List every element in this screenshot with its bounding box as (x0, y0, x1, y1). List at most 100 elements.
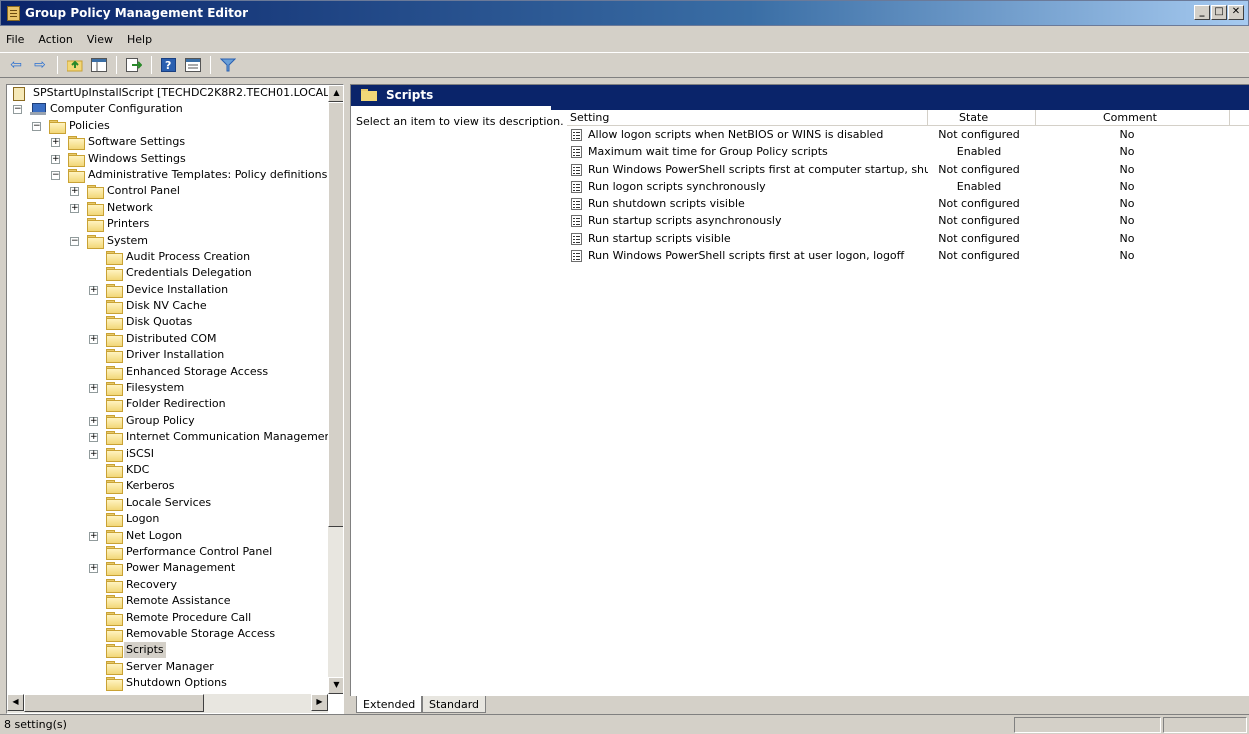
tree-item[interactable]: + Control Panel (7, 183, 328, 200)
expand-icon[interactable]: + (51, 138, 60, 148)
maximize-button[interactable]: □ (1211, 5, 1227, 20)
collapse-icon[interactable]: − (13, 105, 22, 115)
export-list-icon[interactable] (124, 55, 144, 75)
tree-item[interactable]: Credentials Delegation (7, 265, 328, 282)
expand-icon[interactable]: + (89, 433, 98, 443)
expand-icon[interactable]: + (89, 384, 98, 394)
help-icon[interactable]: ? (159, 55, 179, 75)
menu-view[interactable]: View (87, 33, 113, 46)
expand-icon[interactable]: + (89, 449, 98, 459)
tree-item[interactable]: + Software Settings (7, 134, 328, 151)
setting-row[interactable]: Maximum wait time for Group Policy scrip… (567, 143, 1249, 160)
tab-standard[interactable]: Standard (422, 696, 487, 713)
policy-setting-icon (571, 215, 582, 228)
column-header-state[interactable]: State (959, 111, 988, 124)
setting-row[interactable]: Run logon scripts synchronously Enabled No (567, 178, 1249, 195)
tree-item[interactable]: Recovery (7, 577, 328, 593)
column-header-comment[interactable]: Comment (1103, 111, 1157, 124)
menu-action[interactable]: Action (38, 33, 72, 46)
close-button[interactable]: ✕ (1228, 5, 1244, 20)
setting-row[interactable]: Run Windows PowerShell scripts first at … (567, 247, 1249, 264)
tree-item[interactable]: − Policies (7, 118, 328, 134)
horizontal-scroll-thumb[interactable] (24, 694, 204, 712)
tree-item[interactable]: Audit Process Creation (7, 249, 328, 265)
expand-icon[interactable]: + (70, 187, 79, 197)
properties-icon[interactable] (183, 55, 203, 75)
scroll-up-arrow-icon[interactable]: ▲ (328, 85, 343, 102)
setting-state: Enabled (956, 179, 1002, 193)
setting-row[interactable]: Run shutdown scripts visible Not configur… (567, 195, 1249, 212)
menu-file[interactable]: File (6, 33, 24, 46)
column-header-setting[interactable]: Setting (570, 111, 609, 124)
tree-item[interactable]: + Distributed COM (7, 331, 328, 347)
tab-extended[interactable]: Extended (356, 696, 423, 713)
tree-item[interactable]: KDC (7, 462, 328, 478)
tree-item[interactable]: Printers (7, 216, 328, 233)
tree-item[interactable]: Server Manager (7, 659, 328, 675)
tree-item[interactable]: + Windows Settings (7, 151, 328, 167)
expand-icon[interactable]: + (89, 285, 98, 295)
setting-row[interactable]: Run startup scripts asynchronously Not co… (567, 212, 1249, 229)
tree-item[interactable]: + Device Installation (7, 282, 328, 298)
tree-item[interactable]: − System (7, 233, 328, 249)
expand-icon[interactable]: + (70, 203, 79, 213)
setting-row[interactable]: Run startup scripts visible Not configure… (567, 230, 1249, 247)
tree-item[interactable]: Folder Redirection (7, 396, 328, 413)
tree-item[interactable]: + Group Policy (7, 413, 328, 429)
tree-item[interactable]: Kerberos (7, 478, 328, 495)
tree-item[interactable]: + Power Management (7, 560, 328, 577)
scroll-left-arrow-icon[interactable]: ◀ (7, 694, 24, 711)
tree-item[interactable]: Removable Storage Access (7, 626, 328, 642)
expand-icon[interactable]: + (89, 564, 98, 574)
folder-icon (68, 152, 85, 167)
setting-name: Run startup scripts asynchronously (588, 214, 782, 228)
tree-vertical-scrollbar[interactable]: ▲ ▼ (328, 85, 343, 694)
folder-icon (106, 283, 123, 298)
tree-item[interactable]: − Computer Configuration (7, 101, 328, 117)
tree-item[interactable]: Locale Services (7, 495, 328, 511)
tree-item[interactable]: + Internet Communication Management (7, 429, 328, 446)
tree-item[interactable]: + Net Logon (7, 528, 328, 544)
setting-row[interactable]: Run Windows PowerShell scripts first at … (567, 161, 1249, 178)
collapse-icon[interactable]: − (32, 121, 41, 131)
filter-icon[interactable] (218, 55, 238, 75)
collapse-icon[interactable]: − (51, 170, 60, 180)
tree-item[interactable]: + Network (7, 200, 328, 216)
scroll-thumb[interactable] (328, 102, 343, 527)
column-divider[interactable] (1229, 110, 1230, 125)
back-icon[interactable]: ⇦ (6, 55, 26, 75)
tree-item[interactable]: Remote Assistance (7, 593, 328, 610)
tree-item[interactable]: Enhanced Storage Access (7, 364, 328, 380)
forward-icon[interactable]: ⇨ (30, 55, 50, 75)
tree-item[interactable]: Scripts (7, 642, 328, 659)
folder-icon (68, 136, 85, 151)
minimize-button[interactable]: _ (1194, 5, 1210, 20)
tree-item[interactable]: Driver Installation (7, 347, 328, 364)
setting-comment: No (1119, 231, 1135, 245)
tree-horizontal-scrollbar[interactable]: ◀ ▶ (7, 694, 328, 713)
tree-item-label: Removable Storage Access (126, 626, 276, 640)
tree-item[interactable]: + Filesystem (7, 380, 328, 397)
tree-item[interactable]: Logon (7, 511, 328, 528)
expand-icon[interactable]: + (89, 334, 98, 344)
tree-item[interactable]: Remote Procedure Call (7, 610, 328, 626)
tree-item[interactable]: + iSCSI (7, 446, 328, 462)
tree-item[interactable]: Shutdown Options (7, 675, 328, 692)
column-divider[interactable] (927, 110, 928, 125)
expand-icon[interactable]: + (89, 531, 98, 541)
expand-icon[interactable]: + (89, 416, 98, 426)
tree-item[interactable]: − Administrative Templates: Policy defini… (7, 167, 328, 183)
scroll-right-arrow-icon[interactable]: ▶ (311, 694, 328, 711)
expand-icon[interactable]: + (51, 154, 60, 164)
scroll-down-arrow-icon[interactable]: ▼ (328, 677, 343, 694)
show-hide-tree-icon[interactable] (89, 55, 109, 75)
menu-help[interactable]: Help (127, 33, 152, 46)
tree-item[interactable]: Performance Control Panel (7, 544, 328, 560)
setting-row[interactable]: Allow logon scripts when NetBIOS or WINS… (567, 126, 1249, 143)
up-folder-icon[interactable] (65, 55, 85, 75)
column-divider[interactable] (1035, 110, 1036, 125)
tree-item[interactable]: SPStartUpInstallScript [TECHDC2K8R2.TECH… (7, 85, 328, 101)
collapse-icon[interactable]: − (70, 236, 79, 246)
tree-item[interactable]: Disk Quotas (7, 314, 328, 331)
tree-item[interactable]: Disk NV Cache (7, 298, 328, 315)
